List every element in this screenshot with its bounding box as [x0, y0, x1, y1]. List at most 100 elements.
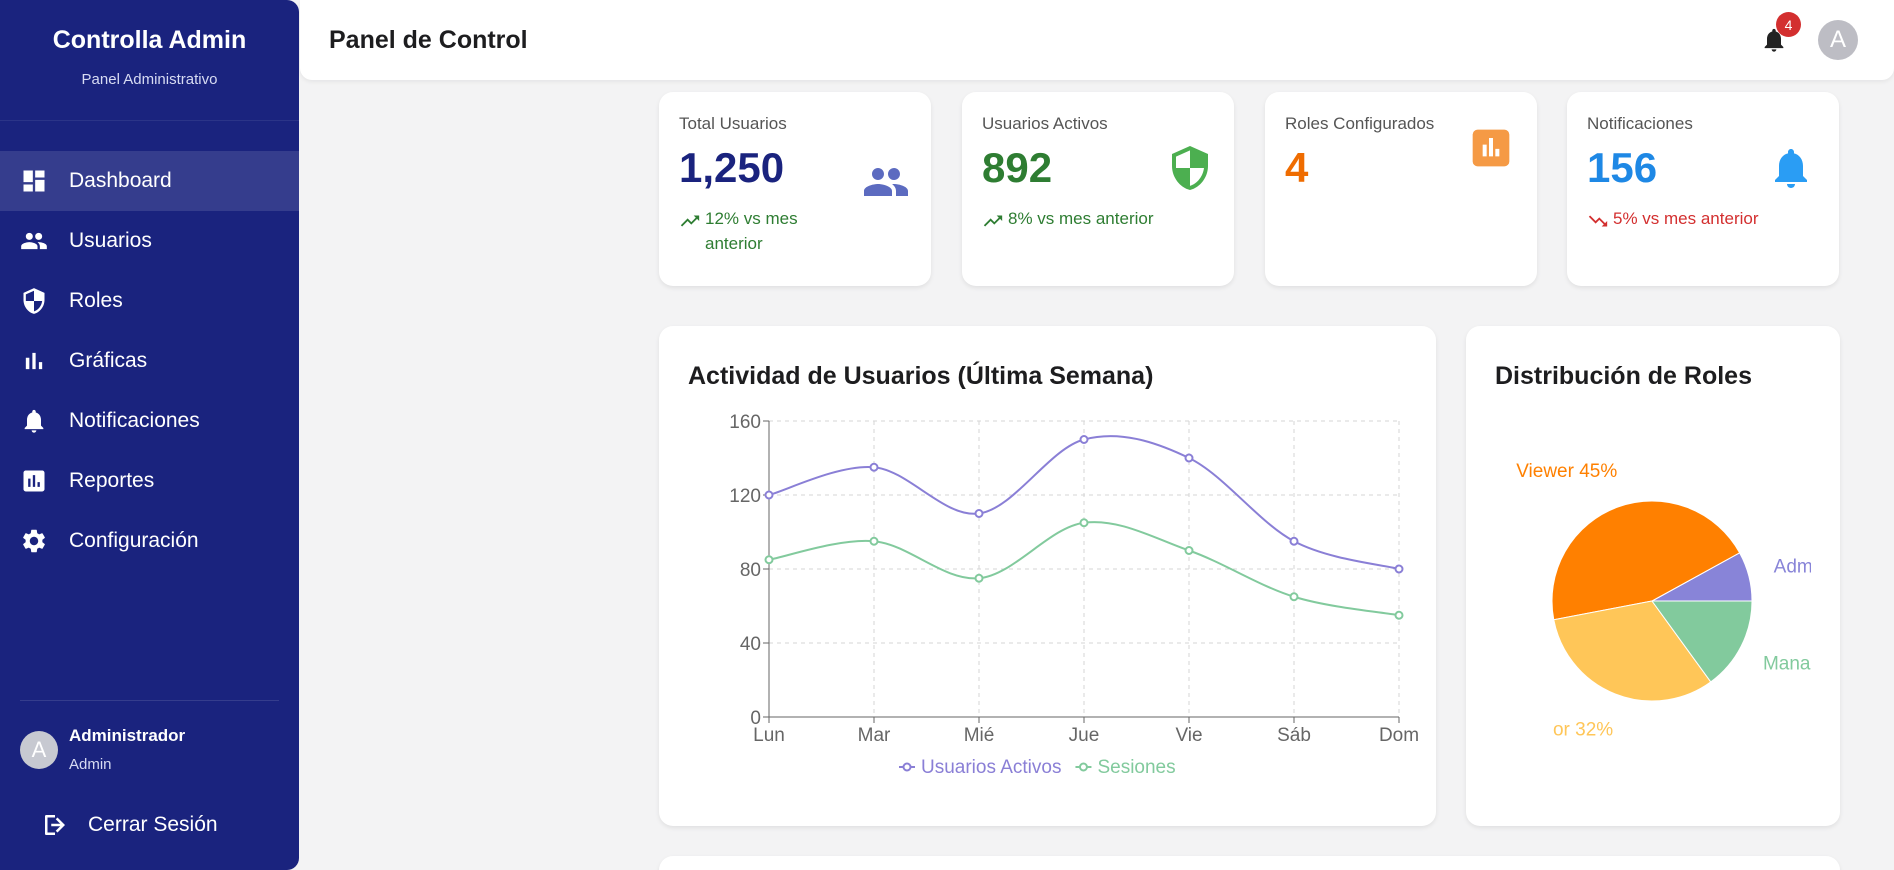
trending-up-icon	[680, 215, 700, 227]
data-point	[869, 536, 879, 546]
x-tick-label: Mié	[964, 725, 995, 746]
x-tick-label: Sáb	[1277, 725, 1311, 746]
people-icon	[862, 158, 910, 206]
pie-label: Viewer 45%	[1516, 461, 1617, 482]
page-title: Panel de Control	[329, 26, 528, 54]
bar-chart-icon	[20, 347, 48, 375]
stat-trend-text: 8% vs mes anterior	[1008, 209, 1154, 228]
avatar[interactable]: A	[1818, 20, 1858, 60]
bar-chart-icon	[1471, 128, 1511, 168]
pie-label: Adm	[1774, 557, 1813, 578]
sidebar-item-label: Configuración	[69, 529, 199, 552]
x-tick-label: Dom	[1379, 725, 1419, 746]
data-point	[1184, 546, 1194, 555]
sidebar-item-configuracion[interactable]: Configuración	[0, 511, 299, 571]
y-tick-label: 40	[740, 634, 761, 655]
header: Panel de Control 4 A	[300, 0, 1894, 80]
pie-label: or 32%	[1553, 719, 1613, 740]
activity-chart-card: Actividad de Usuarios (Última Semana) 04…	[659, 326, 1436, 826]
logout-label: Cerrar Sesión	[88, 813, 218, 836]
stat-label: Usuarios Activos	[982, 114, 1108, 133]
data-point	[764, 555, 774, 565]
stat-trend-text: 12% vs mes anterior	[705, 209, 798, 253]
data-point	[1184, 453, 1194, 463]
stat-card-total-usuarios: Total Usuarios 1,250 12% vs mes anterior	[659, 92, 931, 286]
y-tick-label: 120	[729, 486, 761, 507]
stat-card-roles-configurados: Roles Configurados 4	[1265, 92, 1537, 286]
sidebar-item-label: Roles	[69, 289, 123, 312]
gear-icon	[20, 527, 48, 555]
x-tick-label: Mar	[858, 725, 891, 746]
legend-label: Sesiones	[1097, 757, 1175, 778]
stat-value: 1,250	[679, 144, 785, 191]
sidebar-item-label: Gráficas	[69, 349, 148, 372]
stat-value: 892	[982, 144, 1053, 191]
sidebar-item-graficas[interactable]: Gráficas	[0, 331, 299, 391]
data-point	[1079, 518, 1089, 528]
brand-subtitle: Panel Administrativo	[81, 71, 218, 88]
activity-line-chart: 04080120160Lun Mar Mié Jue Vie Sáb DomUsuarios…	[729, 412, 1419, 778]
sidebar-item-label: Notificaciones	[69, 409, 200, 432]
sidebar-item-label: Dashboard	[69, 169, 172, 192]
user-name: Administrador	[69, 726, 186, 745]
shield-icon	[20, 287, 48, 315]
legend-label: Usuarios Activos	[921, 757, 1061, 778]
people-icon	[20, 227, 48, 255]
sidebar: Controlla Admin Panel Administrativo Das…	[0, 0, 299, 870]
brand: Controlla Admin Panel Administrativo	[0, 0, 299, 121]
trending-down-icon	[1588, 215, 1608, 227]
pie-label: Manager	[1763, 654, 1839, 675]
stat-label: Notificaciones	[1587, 114, 1693, 133]
data-point	[869, 462, 879, 472]
shield-icon	[1166, 144, 1214, 192]
x-tick-label: Vie	[1175, 725, 1202, 746]
sidebar-item-usuarios[interactable]: Usuarios	[0, 211, 299, 271]
stat-label: Roles Configurados	[1285, 114, 1435, 133]
y-tick-label: 160	[729, 412, 761, 433]
legend-marker	[1078, 762, 1088, 772]
stat-label: Total Usuarios	[679, 114, 787, 133]
sidebar-item-reportes[interactable]: Reportes	[0, 451, 299, 511]
trending-up-icon	[983, 215, 1003, 227]
bell-icon	[1767, 144, 1815, 192]
dashboard-icon	[20, 167, 48, 195]
data-point	[1394, 610, 1404, 620]
data-point	[1289, 536, 1299, 546]
pie-group: Adm Viewer 45% or 32% Manager	[1516, 461, 1839, 740]
logout-icon	[45, 815, 65, 835]
notification-badge: 4	[1776, 12, 1801, 37]
bell-icon	[20, 407, 48, 435]
avatar: A	[20, 730, 58, 769]
sidebar-divider	[20, 700, 279, 701]
stat-value: 156	[1587, 144, 1658, 191]
x-tick-label: Jue	[1069, 725, 1100, 746]
chart-legend: Usuarios Activos Sesiones	[899, 757, 1176, 778]
sidebar-item-notificaciones[interactable]: Notificaciones	[0, 391, 299, 451]
sidebar-item-dashboard[interactable]: Dashboard	[0, 151, 299, 211]
brand-title: Controlla Admin	[52, 26, 247, 54]
x-tick-label: Lun	[753, 725, 785, 746]
data-point	[1079, 435, 1089, 444]
y-tick-label: 80	[740, 560, 761, 581]
stat-trend: 5% vs mes anterior	[1587, 206, 1759, 232]
data-point	[974, 573, 984, 583]
stat-trend-text: 5% vs mes anterior	[1613, 209, 1759, 228]
user-role: Admin	[69, 756, 112, 773]
sidebar-item-roles[interactable]: Roles	[0, 271, 299, 331]
stat-value: 4	[1285, 144, 1309, 191]
sidebar-user: A Administrador Admin	[20, 726, 185, 773]
sidebar-nav: Dashboard Usuarios Roles Gráficas Notifi…	[0, 151, 299, 571]
legend-marker	[902, 762, 912, 772]
chart-grid	[768, 420, 1400, 718]
stat-card-usuarios-activos: Usuarios Activos 892 8% vs mes anterior	[962, 92, 1234, 286]
data-point	[974, 509, 984, 518]
sidebar-item-label: Usuarios	[69, 229, 152, 252]
stat-card-notificaciones: Notificaciones 156 5% vs mes anterior	[1567, 92, 1839, 286]
bottom-card	[659, 856, 1840, 870]
data-point	[1394, 564, 1404, 574]
data-point	[1289, 592, 1299, 602]
stat-trend: 8% vs mes anterior	[982, 206, 1154, 232]
logout-button[interactable]: Cerrar Sesión	[40, 810, 218, 840]
roles-pie-chart: Adm Viewer 45% or 32% Manager	[1516, 461, 1839, 740]
stat-trend: 12% vs mes anterior	[679, 206, 839, 256]
